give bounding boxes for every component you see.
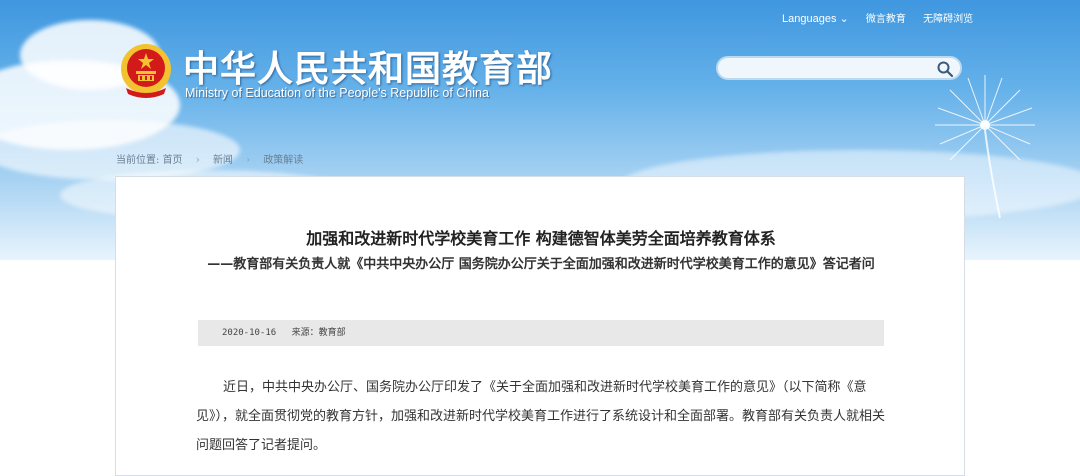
- breadcrumb-separator: ›: [195, 155, 200, 166]
- article-date: 2020-10-16: [222, 328, 277, 338]
- breadcrumb-home[interactable]: 首页: [163, 155, 183, 166]
- article-meta-bar: 2020-10-16 来源：教育部: [198, 320, 884, 346]
- breadcrumb-separator: ›: [246, 155, 251, 166]
- accessibility-link[interactable]: 无障碍浏览: [923, 14, 973, 25]
- top-links: Languages ⌄ 微言教育 无障碍浏览: [782, 10, 987, 25]
- site-title: 中华人民共和国教育部: [183, 49, 554, 90]
- article-source: 来源：教育部: [291, 328, 346, 338]
- breadcrumb: 当前位置: 首页 › 新闻 › 政策解读: [116, 151, 303, 166]
- wechat-link[interactable]: 微言教育: [866, 14, 906, 25]
- article-subtitle: ——教育部有关负责人就《中共中央办公厅 国务院办公厅关于全面加强和改进新时代学校…: [207, 257, 875, 272]
- search-box: [716, 56, 962, 80]
- article-panel: 加强和改进新时代学校美育工作 构建德智体美劳全面培养教育体系 ——教育部有关负责…: [115, 176, 965, 476]
- site-title-english: Ministry of Education of the People's Re…: [185, 86, 489, 100]
- breadcrumb-news[interactable]: 新闻: [213, 155, 233, 166]
- national-emblem-logo: [121, 44, 171, 98]
- search-input[interactable]: [728, 60, 932, 78]
- article-title: 加强和改进新时代学校美育工作 构建德智体美劳全面培养教育体系: [306, 229, 776, 248]
- languages-link[interactable]: Languages ⌄: [782, 13, 849, 25]
- article-paragraph: 近日，中共中央办公厅、国务院办公厅印发了《关于全面加强和改进新时代学校美育工作的…: [196, 380, 886, 453]
- breadcrumb-label: 当前位置:: [116, 155, 160, 166]
- breadcrumb-policy[interactable]: 政策解读: [263, 155, 303, 166]
